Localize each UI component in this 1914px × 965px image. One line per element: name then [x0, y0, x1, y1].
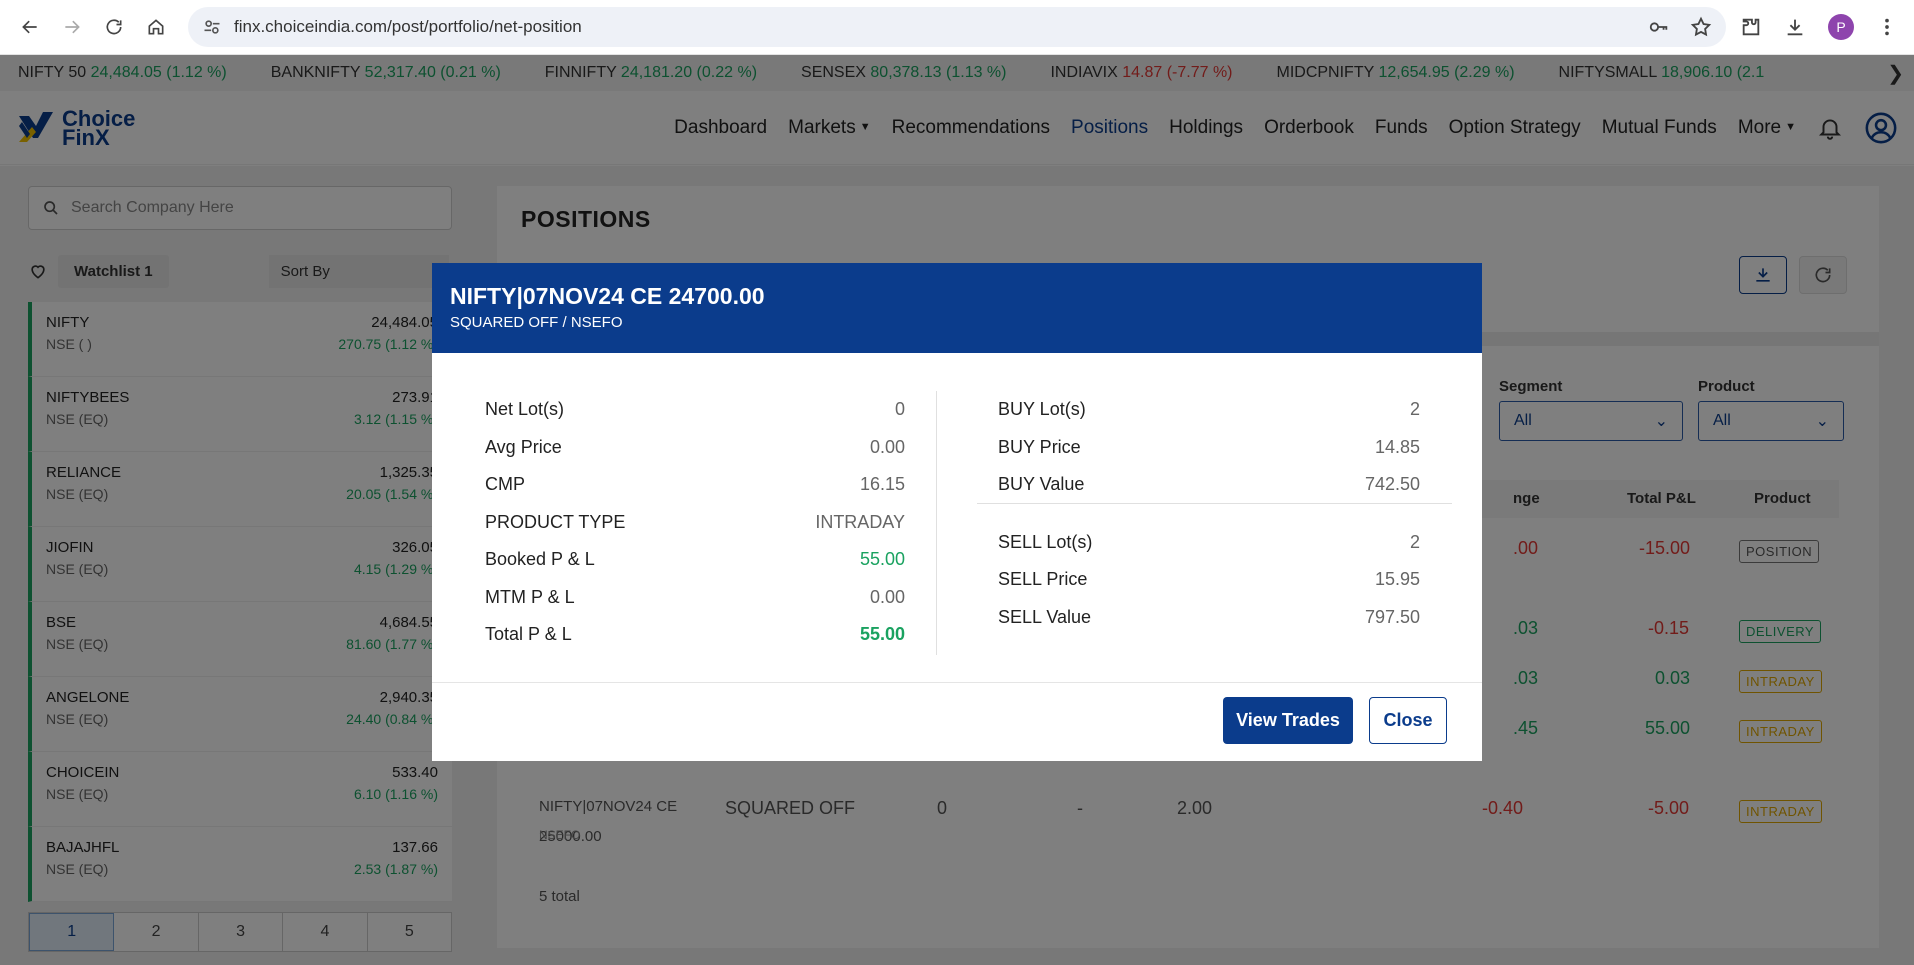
detail-row: Total P & L 55.00 — [485, 616, 905, 654]
detail-row: PRODUCT TYPE INTRADAY — [485, 504, 905, 542]
detail-label: PRODUCT TYPE — [485, 511, 626, 532]
detail-value: 0.00 — [869, 436, 905, 457]
modal-footer: View Trades Close — [432, 683, 1482, 761]
profile-avatar[interactable]: P — [1828, 14, 1854, 40]
detail-row: BUY Price 14.85 — [998, 429, 1420, 467]
home-icon[interactable] — [138, 9, 174, 45]
extensions-icon[interactable] — [1740, 16, 1762, 38]
detail-label: SELL Price — [998, 569, 1088, 590]
detail-row: SELL Lot(s) 2 — [998, 524, 1420, 562]
detail-row: BUY Value 742.50 — [998, 466, 1420, 504]
kebab-menu-icon[interactable] — [1876, 16, 1898, 38]
address-bar[interactable]: finx.choiceindia.com/post/portfolio/net-… — [188, 7, 1726, 47]
detail-value: 0 — [894, 399, 905, 420]
buy-sell-column: BUY Lot(s) 2 BUY Price 14.85 BUY Value 742.… — [998, 391, 1420, 636]
detail-label: BUY Lot(s) — [998, 399, 1086, 420]
detail-value: 14.85 — [1374, 436, 1420, 457]
browser-toolbar: finx.choiceindia.com/post/portfolio/net-… — [0, 0, 1914, 55]
detail-label: CMP — [485, 474, 525, 495]
detail-row: Avg Price 0.00 — [485, 429, 905, 467]
position-detail-modal: NIFTY|07NOV24 CE 24700.00 SQUARED OFF / … — [432, 263, 1482, 761]
detail-label: MTM P & L — [485, 586, 575, 607]
modal-body: Net Lot(s) 0 Avg Price 0.00 CMP 16.15 PRODU… — [432, 353, 1482, 683]
detail-label: BUY Value — [998, 474, 1085, 495]
detail-value: 15.95 — [1374, 569, 1420, 590]
detail-row: MTM P & L 0.00 — [485, 579, 905, 617]
detail-label: BUY Price — [998, 436, 1081, 457]
detail-row: Booked P & L 55.00 — [485, 541, 905, 579]
detail-label: Booked P & L — [485, 549, 595, 570]
detail-label: Avg Price — [485, 436, 562, 457]
detail-label: Net Lot(s) — [485, 399, 565, 420]
buy-sell-divider — [977, 503, 1452, 504]
detail-value: 742.50 — [1364, 474, 1420, 495]
forward-icon[interactable] — [54, 9, 90, 45]
detail-value: 16.15 — [859, 474, 905, 495]
view-trades-button[interactable]: View Trades — [1223, 697, 1353, 744]
detail-label: SELL Lot(s) — [998, 531, 1093, 552]
detail-label: Total P & L — [485, 624, 572, 645]
detail-value: 0.00 — [869, 586, 905, 607]
star-icon[interactable] — [1690, 16, 1712, 38]
detail-label: SELL Value — [998, 606, 1092, 627]
download-icon[interactable] — [1784, 16, 1806, 38]
close-button[interactable]: Close — [1369, 697, 1447, 744]
detail-value: 55.00 — [859, 624, 905, 645]
modal-header: NIFTY|07NOV24 CE 24700.00 SQUARED OFF / … — [432, 263, 1482, 353]
detail-value: 2 — [1409, 399, 1420, 420]
modal-title: NIFTY|07NOV24 CE 24700.00 — [450, 283, 765, 309]
detail-row: CMP 16.15 — [485, 466, 905, 504]
detail-row: Net Lot(s) 0 — [485, 391, 905, 429]
detail-value: 55.00 — [859, 549, 905, 570]
detail-value: INTRADAY — [815, 511, 905, 532]
url-text[interactable]: finx.choiceindia.com/post/portfolio/net-… — [234, 17, 1628, 37]
modal-subtitle: SQUARED OFF / NSEFO — [450, 314, 623, 331]
reload-icon[interactable] — [96, 9, 132, 45]
detail-row: BUY Lot(s) 2 — [998, 391, 1420, 429]
site-settings-icon[interactable] — [202, 17, 222, 37]
key-icon[interactable] — [1648, 16, 1670, 38]
detail-value: 797.50 — [1364, 606, 1420, 627]
detail-row: SELL Value 797.50 — [998, 599, 1420, 637]
column-divider — [936, 391, 937, 655]
detail-value: 2 — [1409, 531, 1420, 552]
back-icon[interactable] — [12, 9, 48, 45]
summary-column: Net Lot(s) 0 Avg Price 0.00 CMP 16.15 PRODU… — [485, 391, 905, 654]
detail-row: SELL Price 15.95 — [998, 561, 1420, 599]
